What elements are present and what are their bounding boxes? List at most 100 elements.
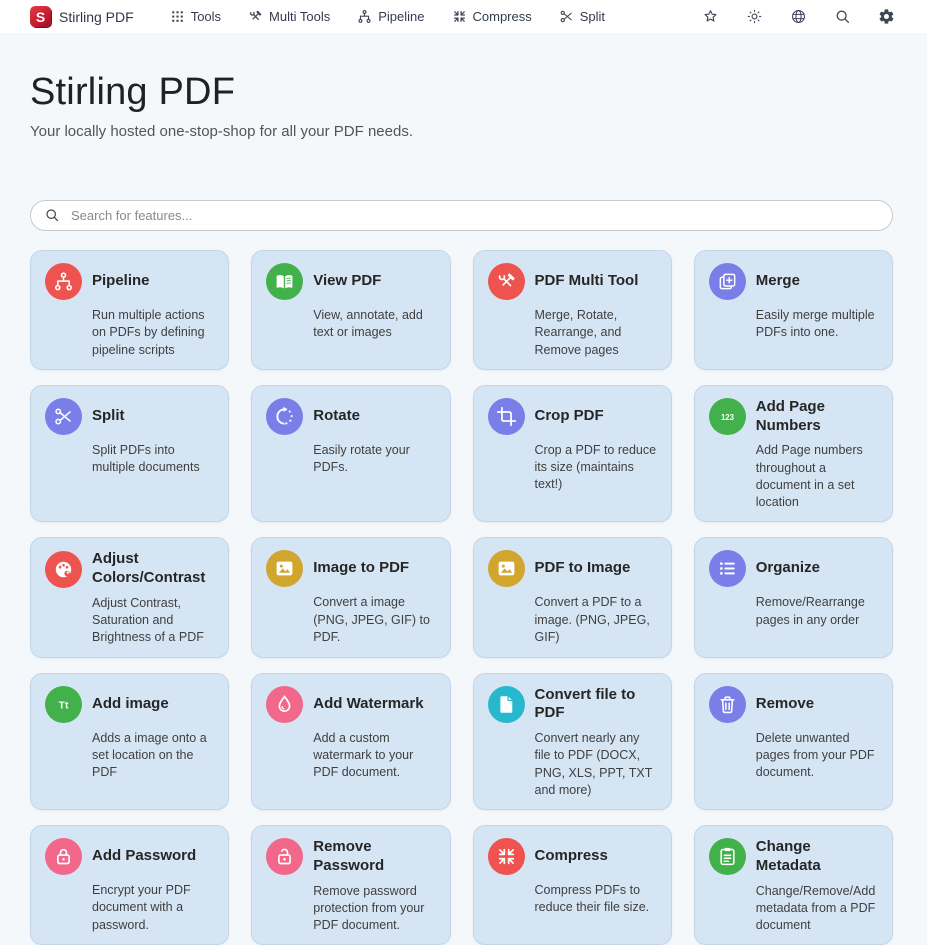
card-header: TtAdd image (45, 686, 214, 723)
card-header: Split (45, 398, 214, 435)
nav-item-label: Pipeline (378, 9, 424, 24)
card-description: Easily merge multiple PDFs into one. (756, 307, 878, 342)
card-header: PDF Multi Tool (488, 263, 657, 300)
card-add-watermark[interactable]: Add WatermarkAdd a custom watermark to y… (251, 673, 450, 811)
rotate-icon (266, 398, 303, 435)
page-subtitle: Your locally hosted one-stop-shop for al… (30, 123, 897, 140)
card-split[interactable]: Split Split PDFs into multiple documents (30, 385, 229, 523)
card-description: Run multiple actions on PDFs by defining… (92, 307, 214, 359)
card-title: Add Page Numbers (756, 398, 878, 436)
page-title: Stirling PDF (30, 71, 897, 114)
nav-item-label: Split (580, 9, 605, 24)
nav-item-multi-tools[interactable]: Multi Tools (248, 9, 330, 24)
card-title: Adjust Colors/Contrast (92, 550, 214, 588)
card-remove[interactable]: Remove Delete unwanted pages from your PD… (694, 673, 893, 811)
search-icon (44, 207, 60, 223)
card-description: Merge, Rotate, Rearrange, and Remove pag… (535, 307, 657, 359)
search-input[interactable] (30, 200, 893, 231)
card-header: Adjust Colors/Contrast (45, 550, 214, 588)
card-view-pdf[interactable]: View PDFView, annotate, add text or imag… (251, 250, 450, 370)
star-icon (702, 8, 719, 25)
gear-icon (878, 8, 895, 25)
card-title: Pipeline (92, 272, 150, 291)
scissors-icon (559, 9, 574, 24)
card-header: Remove Password (266, 838, 435, 876)
card-compress[interactable]: CompressCompress PDFs to reduce their fi… (473, 825, 672, 945)
text-Tt-icon: Tt (45, 686, 82, 723)
card-image-to-pdf[interactable]: Image to PDFConvert a image (PNG, JPEG, … (251, 537, 450, 657)
card-description: Change/Remove/Add metadata from a PDF do… (756, 883, 878, 935)
card-description: Remove password protection from your PDF… (313, 883, 435, 935)
card-title: Remove (756, 695, 814, 714)
scissors-icon (45, 398, 82, 435)
card-add-image[interactable]: TtAdd image Adds a image onto a set locat… (30, 673, 229, 811)
card-header: PDF to Image (488, 550, 657, 587)
card-header: Remove (709, 686, 878, 723)
card-header: Crop PDF (488, 398, 657, 435)
card-organize[interactable]: OrganizeRemove/Rearrange pages in any or… (694, 537, 893, 657)
numbers-123-icon: 123 (709, 398, 746, 435)
compress-icon (488, 838, 525, 875)
card-title: Organize (756, 559, 820, 578)
sun-icon (746, 8, 763, 25)
card-adjust-colors-contrast[interactable]: Adjust Colors/ContrastAdjust Contrast, S… (30, 537, 229, 657)
card-change-metadata[interactable]: Change Metadata Change/Remove/Add metadat… (694, 825, 893, 945)
palette-icon (45, 551, 82, 588)
card-pipeline[interactable]: Pipeline Run multiple actions on PDFs by … (30, 250, 229, 370)
clipboard-icon (709, 838, 746, 875)
nav-item-pipeline[interactable]: Pipeline (357, 9, 424, 24)
trash-icon (709, 686, 746, 723)
theme-toggle-button[interactable] (744, 6, 765, 27)
card-description: Adds a image onto a set location on the … (92, 730, 214, 782)
favourite-button[interactable] (700, 6, 721, 27)
lock-open-icon (266, 838, 303, 875)
brand-name: Stirling PDF (59, 9, 134, 25)
card-pdf-multi-tool[interactable]: PDF Multi Tool Merge, Rotate, Rearrange, … (473, 250, 672, 370)
card-add-page-numbers[interactable]: 123Add Page NumbersAdd Page numbers thro… (694, 385, 893, 523)
card-title: Rotate (313, 407, 360, 426)
bulleted-list-icon (709, 550, 746, 587)
card-description: Convert a PDF to a image. (PNG, JPEG, GI… (535, 594, 657, 646)
card-header: Organize (709, 550, 878, 587)
svg-text:123: 123 (721, 413, 735, 422)
settings-button[interactable] (876, 6, 897, 27)
card-add-password[interactable]: Add Password Encrypt your PDF document wi… (30, 825, 229, 945)
card-description: Encrypt your PDF document with a passwor… (92, 882, 214, 934)
card-convert-file-to-pdf[interactable]: Convert file to PDFConvert nearly any fi… (473, 673, 672, 811)
card-title: Image to PDF (313, 559, 409, 578)
card-remove-password[interactable]: Remove Password Remove password protectio… (251, 825, 450, 945)
language-button[interactable] (788, 6, 809, 27)
image-icon (266, 550, 303, 587)
svg-text:Tt: Tt (59, 699, 69, 711)
card-title: PDF to Image (535, 559, 631, 578)
nav-item-split[interactable]: Split (559, 9, 605, 24)
stirling-logo-icon: S (30, 6, 51, 27)
nav-item-label: Multi Tools (269, 9, 330, 24)
card-description: Delete unwanted pages from your PDF docu… (756, 730, 878, 782)
nav-actions (700, 6, 897, 27)
card-merge[interactable]: Merge Easily merge multiple PDFs into one… (694, 250, 893, 370)
card-crop-pdf[interactable]: Crop PDF Crop a PDF to reduce its size (m… (473, 385, 672, 523)
compress-icon (452, 9, 467, 24)
card-description: Split PDFs into multiple documents (92, 442, 214, 477)
nav-item-label: Tools (191, 9, 221, 24)
nav-item-tools[interactable]: Tools (170, 9, 221, 24)
nav-item-compress[interactable]: Compress (452, 9, 532, 24)
image-icon (488, 550, 525, 587)
card-description: Crop a PDF to reduce its size (maintains… (535, 442, 657, 494)
card-title: PDF Multi Tool (535, 272, 639, 291)
pipeline-icon (357, 9, 372, 24)
card-title: Merge (756, 272, 800, 291)
apps-grid-icon (170, 9, 185, 24)
card-header: Change Metadata (709, 838, 878, 876)
brand-home-link[interactable]: S Stirling PDF (30, 6, 134, 27)
card-pdf-to-image[interactable]: PDF to Image Convert a PDF to a image. (P… (473, 537, 672, 657)
card-description: Easily rotate your PDFs. (313, 442, 435, 477)
card-rotate[interactable]: Rotate Easily rotate your PDFs. (251, 385, 450, 523)
tool-cards-grid: Pipeline Run multiple actions on PDFs by … (30, 250, 893, 945)
card-header: Add Password (45, 838, 214, 875)
card-header: Convert file to PDF (488, 686, 657, 724)
search-button[interactable] (832, 6, 853, 27)
book-open-icon (266, 263, 303, 300)
navbar: S Stirling PDF Tools Multi Tools Pipeline C… (0, 0, 927, 33)
